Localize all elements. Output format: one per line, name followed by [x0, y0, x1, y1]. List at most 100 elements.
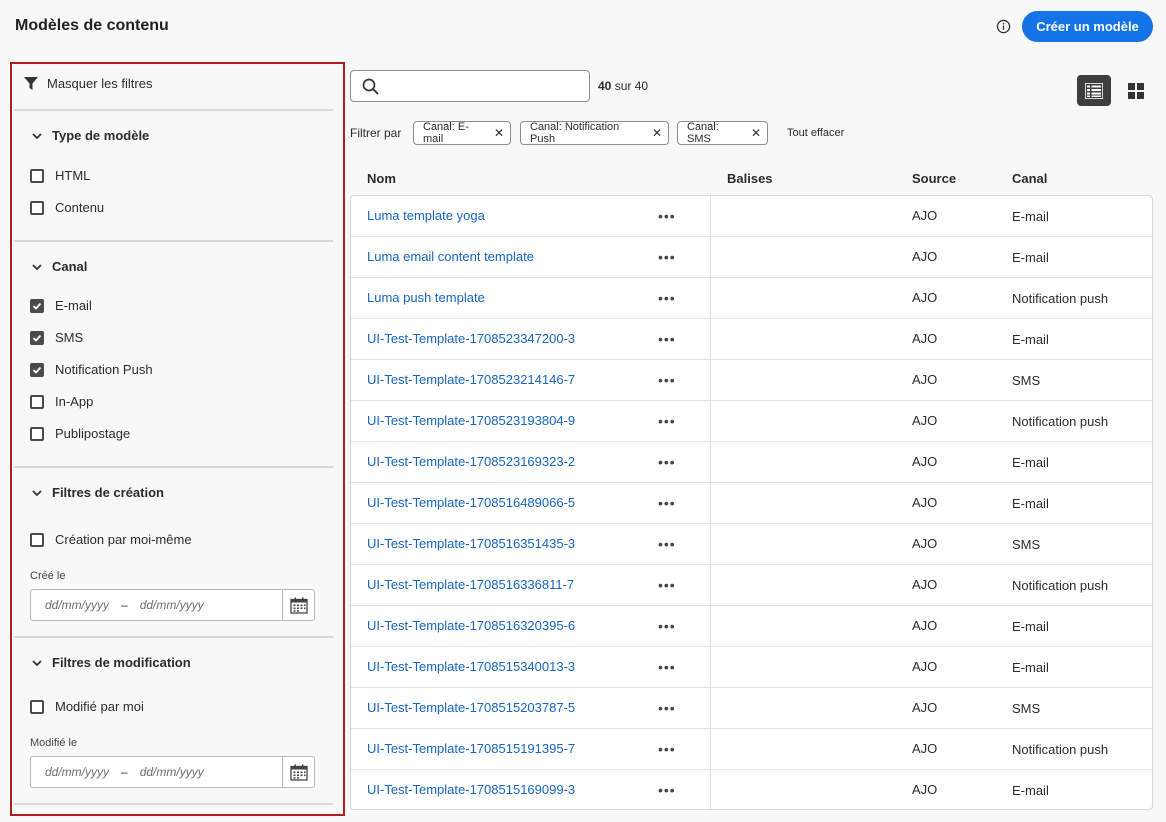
template-name-link[interactable]: UI-Test-Template-1708516489066-5 — [367, 495, 575, 510]
list-view-button[interactable] — [1077, 75, 1111, 106]
more-actions-icon[interactable]: ••• — [658, 495, 676, 511]
template-name-link[interactable]: UI-Test-Template-1708515191395-7 — [367, 741, 575, 756]
grid-view-button[interactable] — [1121, 75, 1151, 106]
template-name-link[interactable]: Luma email content template — [367, 249, 534, 264]
template-name-link[interactable]: Luma push template — [367, 290, 485, 305]
modified-date-range[interactable]: dd/mm/yyyy – dd/mm/yyyy — [30, 756, 315, 788]
table-row[interactable]: UI-Test-Template-1708516336811-7 ••• AJO… — [351, 565, 1152, 606]
more-actions-icon[interactable]: ••• — [658, 331, 676, 347]
more-actions-icon[interactable]: ••• — [658, 536, 676, 552]
checkbox-label: Contenu — [55, 200, 105, 215]
table-row[interactable]: UI-Test-Template-1708523347200-3 ••• AJO… — [351, 319, 1152, 360]
template-name-link[interactable]: UI-Test-Template-1708516351435-3 — [367, 536, 575, 551]
search-input[interactable] — [350, 70, 590, 102]
checkbox-in-app[interactable]: In-App — [30, 394, 93, 409]
table-row[interactable]: UI-Test-Template-1708515340013-3 ••• AJO… — [351, 647, 1152, 688]
template-name-link[interactable]: UI-Test-Template-1708523214146-7 — [367, 372, 575, 387]
template-name-link[interactable]: UI-Test-Template-1708516336811-7 — [367, 577, 574, 592]
calendar-button[interactable] — [282, 590, 314, 620]
close-icon[interactable]: ✕ — [494, 126, 504, 140]
more-actions-icon[interactable]: ••• — [658, 372, 676, 388]
filter-tag-push[interactable]: Canal: Notification Push ✕ — [520, 121, 669, 145]
table-row[interactable]: Luma push template ••• AJO Notification … — [351, 278, 1152, 319]
checkbox-html[interactable]: HTML — [30, 168, 90, 183]
checkbox-box[interactable] — [30, 330, 44, 345]
date-to-placeholder[interactable]: dd/mm/yyyy — [140, 765, 204, 779]
checkbox-direct-mail[interactable]: Publipostage — [30, 426, 130, 441]
more-actions-icon[interactable]: ••• — [658, 741, 676, 757]
checkbox-box[interactable] — [30, 200, 44, 215]
more-actions-icon[interactable]: ••• — [658, 577, 676, 593]
checkbox-sms[interactable]: SMS — [30, 330, 83, 345]
checkbox-box[interactable] — [30, 699, 44, 714]
checkbox-box[interactable] — [30, 532, 44, 547]
table-row[interactable]: UI-Test-Template-1708515169099-3 ••• AJO… — [351, 770, 1152, 809]
table-row[interactable]: UI-Test-Template-1708515203787-5 ••• AJO… — [351, 688, 1152, 729]
section-toggle-creation[interactable]: Filtres de création — [32, 485, 164, 500]
column-header-name[interactable]: Nom — [367, 171, 396, 186]
column-header-tags[interactable]: Balises — [727, 171, 773, 186]
table-row[interactable]: UI-Test-Template-1708523193804-9 ••• AJO… — [351, 401, 1152, 442]
more-actions-icon[interactable]: ••• — [658, 208, 676, 224]
checkbox-label: Modifié par moi — [55, 699, 144, 714]
table-row[interactable]: UI-Test-Template-1708523214146-7 ••• AJO… — [351, 360, 1152, 401]
template-name-link[interactable]: UI-Test-Template-1708515203787-5 — [367, 700, 575, 715]
section-toggle-template-type[interactable]: Type de modèle — [32, 128, 149, 143]
table-row[interactable]: UI-Test-Template-1708523169323-2 ••• AJO… — [351, 442, 1152, 483]
more-actions-icon[interactable]: ••• — [658, 413, 676, 429]
checkbox-content[interactable]: Contenu — [30, 200, 104, 215]
checkbox-box[interactable] — [30, 426, 44, 441]
info-icon[interactable] — [996, 19, 1011, 34]
table-row[interactable]: UI-Test-Template-1708516489066-5 ••• AJO… — [351, 483, 1152, 524]
template-name-link[interactable]: UI-Test-Template-1708515340013-3 — [367, 659, 575, 674]
more-actions-icon[interactable]: ••• — [658, 249, 676, 265]
more-actions-icon[interactable]: ••• — [658, 618, 676, 634]
template-name-link[interactable]: UI-Test-Template-1708523347200-3 — [367, 331, 575, 346]
section-toggle-modification[interactable]: Filtres de modification — [32, 655, 191, 670]
date-to-placeholder[interactable]: dd/mm/yyyy — [140, 598, 204, 612]
table-row[interactable]: Luma email content template ••• AJO E-ma… — [351, 237, 1152, 278]
table-row[interactable]: Luma template yoga ••• AJO E-mail — [351, 196, 1152, 237]
created-date-range[interactable]: dd/mm/yyyy – dd/mm/yyyy — [30, 589, 315, 621]
table-row[interactable]: UI-Test-Template-1708516351435-3 ••• AJO… — [351, 524, 1152, 565]
divider — [14, 466, 333, 468]
template-name-link[interactable]: UI-Test-Template-1708523193804-9 — [367, 413, 575, 428]
template-name-link[interactable]: UI-Test-Template-1708516320395-6 — [367, 618, 575, 633]
more-actions-icon[interactable]: ••• — [658, 782, 676, 798]
date-from-placeholder[interactable]: dd/mm/yyyy — [45, 598, 109, 612]
more-actions-icon[interactable]: ••• — [658, 700, 676, 716]
hide-filters-button[interactable]: Masquer les filtres — [24, 76, 152, 91]
filter-tag-sms[interactable]: Canal: SMS ✕ — [677, 121, 768, 145]
create-template-button[interactable]: Créer un modèle — [1022, 11, 1153, 42]
template-name-link[interactable]: UI-Test-Template-1708515169099-3 — [367, 782, 575, 797]
column-divider — [710, 606, 711, 647]
list-view-icon — [1085, 82, 1103, 99]
divider — [14, 240, 333, 242]
checkbox-email[interactable]: E-mail — [30, 298, 92, 313]
more-actions-icon[interactable]: ••• — [658, 454, 676, 470]
close-icon[interactable]: ✕ — [751, 126, 761, 140]
filter-tag-label: Canal: E-mail — [423, 121, 469, 145]
column-header-source[interactable]: Source — [912, 171, 956, 186]
close-icon[interactable]: ✕ — [652, 126, 662, 140]
checkbox-box[interactable] — [30, 168, 44, 183]
table-row[interactable]: UI-Test-Template-1708515191395-7 ••• AJO… — [351, 729, 1152, 770]
template-name-link[interactable]: Luma template yoga — [367, 208, 485, 223]
checkbox-modified-by-me[interactable]: Modifié par moi — [30, 699, 144, 714]
section-toggle-channel[interactable]: Canal — [32, 259, 87, 274]
column-header-channel[interactable]: Canal — [1012, 171, 1047, 186]
filter-tag-email[interactable]: Canal: E-mail ✕ — [413, 121, 511, 145]
checkbox-box[interactable] — [30, 394, 44, 409]
channel-cell: E-mail — [1012, 332, 1049, 347]
more-actions-icon[interactable]: ••• — [658, 659, 676, 675]
calendar-button[interactable] — [282, 757, 314, 787]
checkbox-created-by-me[interactable]: Création par moi-même — [30, 532, 192, 547]
clear-all-link[interactable]: Tout effacer — [787, 127, 844, 139]
checkbox-box[interactable] — [30, 362, 44, 377]
template-name-link[interactable]: UI-Test-Template-1708523169323-2 — [367, 454, 575, 469]
checkbox-box[interactable] — [30, 298, 44, 313]
table-row[interactable]: UI-Test-Template-1708516320395-6 ••• AJO… — [351, 606, 1152, 647]
more-actions-icon[interactable]: ••• — [658, 290, 676, 306]
date-from-placeholder[interactable]: dd/mm/yyyy — [45, 765, 109, 779]
checkbox-push-notification[interactable]: Notification Push — [30, 362, 153, 377]
